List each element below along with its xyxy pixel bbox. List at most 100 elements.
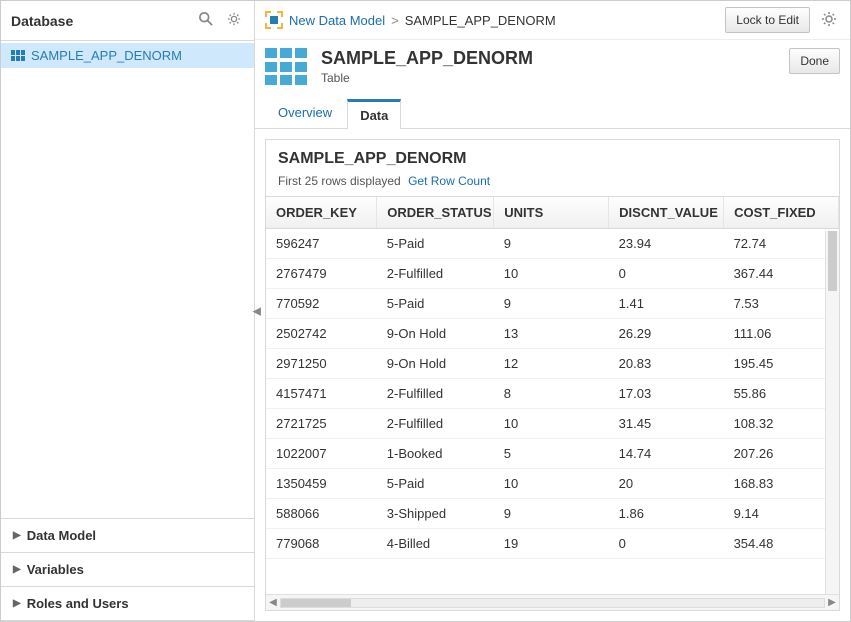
accordion-roles-users[interactable]: ▶ Roles and Users [1, 587, 254, 621]
table-cell: 10 [494, 259, 609, 289]
table-cell: 4-Billed [377, 529, 494, 559]
table-cell: 26.29 [609, 319, 724, 349]
chevron-right-icon: ▶ [13, 598, 21, 609]
table-row[interactable]: 27674792-Fulfilled100367.44 [266, 259, 839, 289]
table-cell: 4157471 [266, 379, 377, 409]
table-cell: 5-Paid [377, 289, 494, 319]
table-cell: 3-Shipped [377, 499, 494, 529]
scroll-left-icon[interactable]: ◀ [266, 597, 280, 608]
table-cell: 8 [494, 379, 609, 409]
accordion-label: Variables [27, 562, 84, 577]
table-cell: 111.06 [724, 319, 839, 349]
table-cell: 1-Booked [377, 439, 494, 469]
vertical-scrollbar[interactable] [825, 231, 839, 594]
sidebar-header: Database [1, 1, 254, 41]
accordion-label: Roles and Users [27, 596, 129, 611]
table-row[interactable]: 13504595-Paid1020168.83 [266, 469, 839, 499]
table-cell: 168.83 [724, 469, 839, 499]
table-cell: 2721725 [266, 409, 377, 439]
column-header[interactable]: DISCNT_VALUE [609, 197, 724, 229]
breadcrumb-link[interactable]: New Data Model [289, 13, 385, 28]
table-cell: 1.41 [609, 289, 724, 319]
tab-overview[interactable]: Overview [265, 98, 345, 128]
table-cell: 108.32 [724, 409, 839, 439]
table-icon [11, 50, 25, 61]
page-title: SAMPLE_APP_DENORM [321, 48, 777, 69]
search-icon[interactable] [196, 9, 216, 32]
table-cell: 2502742 [266, 319, 377, 349]
table-cell: 770592 [266, 289, 377, 319]
table-cell: 20 [609, 469, 724, 499]
table-cell: 72.74 [724, 229, 839, 259]
content: SAMPLE_APP_DENORM First 25 rows displaye… [255, 129, 850, 621]
table-cell: 2-Fulfilled [377, 379, 494, 409]
table-row[interactable]: 27217252-Fulfilled1031.45108.32 [266, 409, 839, 439]
title-row: SAMPLE_APP_DENORM Table Done [255, 40, 850, 86]
table-cell: 5-Paid [377, 229, 494, 259]
table-row[interactable]: 5880663-Shipped91.869.14 [266, 499, 839, 529]
table-cell: 12 [494, 349, 609, 379]
breadcrumb-separator: > [391, 13, 399, 28]
table-cell: 20.83 [609, 349, 724, 379]
gear-icon[interactable] [818, 8, 840, 33]
table-cell: 7.53 [724, 289, 839, 319]
breadcrumb: New Data Model > SAMPLE_APP_DENORM [265, 11, 717, 29]
column-header[interactable]: ORDER_STATUS [377, 197, 494, 229]
table-row[interactable]: 7790684-Billed190354.48 [266, 529, 839, 559]
get-row-count-link[interactable]: Get Row Count [408, 174, 490, 188]
table-row[interactable]: 5962475-Paid923.9472.74 [266, 229, 839, 259]
table-cell: 2971250 [266, 349, 377, 379]
table-cell: 0 [609, 259, 724, 289]
scroll-right-icon[interactable]: ▶ [825, 597, 839, 608]
table-cell: 2767479 [266, 259, 377, 289]
table-cell: 596247 [266, 229, 377, 259]
table-cell: 779068 [266, 529, 377, 559]
table-cell: 1022007 [266, 439, 377, 469]
table-cell: 1350459 [266, 469, 377, 499]
horizontal-scrollbar[interactable]: ◀ ▶ [266, 594, 839, 610]
table-row[interactable]: 25027429-On Hold1326.29111.06 [266, 319, 839, 349]
main: New Data Model > SAMPLE_APP_DENORM Lock … [255, 1, 850, 621]
table-cell: 0 [609, 529, 724, 559]
tab-data[interactable]: Data [347, 99, 401, 129]
table-cell: 10 [494, 469, 609, 499]
chevron-right-icon: ▶ [13, 564, 21, 575]
lock-to-edit-button[interactable]: Lock to Edit [725, 7, 810, 33]
table-icon [265, 48, 309, 86]
table-cell: 9-On Hold [377, 319, 494, 349]
topbar: New Data Model > SAMPLE_APP_DENORM Lock … [255, 1, 850, 40]
done-button[interactable]: Done [789, 48, 840, 74]
data-table: ORDER_KEYORDER_STATUSUNITSDISCNT_VALUECO… [266, 197, 839, 559]
column-header[interactable]: UNITS [494, 197, 609, 229]
table-row[interactable]: 29712509-On Hold1220.83195.45 [266, 349, 839, 379]
table-cell: 9-On Hold [377, 349, 494, 379]
table-row[interactable]: 7705925-Paid91.417.53 [266, 289, 839, 319]
page-subtitle: Table [321, 71, 777, 85]
tree-item-sample-app-denorm[interactable]: SAMPLE_APP_DENORM [1, 43, 254, 68]
chevron-right-icon: ▶ [13, 530, 21, 541]
column-header[interactable]: COST_FIXED [724, 197, 839, 229]
accordion-data-model[interactable]: ▶ Data Model [1, 519, 254, 553]
sidebar-accordion: ▶ Data Model ▶ Variables ▶ Roles and Use… [1, 518, 254, 621]
gear-icon[interactable] [224, 9, 244, 32]
table-cell: 10 [494, 409, 609, 439]
table-row[interactable]: 10220071-Booked514.74207.26 [266, 439, 839, 469]
panel-title: SAMPLE_APP_DENORM [278, 150, 827, 168]
table-cell: 1.86 [609, 499, 724, 529]
tree-item-label: SAMPLE_APP_DENORM [31, 48, 182, 63]
table-cell: 367.44 [724, 259, 839, 289]
table-cell: 9.14 [724, 499, 839, 529]
column-header[interactable]: ORDER_KEY [266, 197, 377, 229]
table-container: ORDER_KEYORDER_STATUSUNITSDISCNT_VALUECO… [266, 196, 839, 610]
table-cell: 207.26 [724, 439, 839, 469]
table-cell: 354.48 [724, 529, 839, 559]
table-cell: 9 [494, 499, 609, 529]
table-cell: 19 [494, 529, 609, 559]
table-cell: 9 [494, 289, 609, 319]
table-row[interactable]: 41574712-Fulfilled817.0355.86 [266, 379, 839, 409]
model-icon [265, 11, 283, 29]
accordion-label: Data Model [27, 528, 96, 543]
table-cell: 17.03 [609, 379, 724, 409]
accordion-variables[interactable]: ▶ Variables [1, 553, 254, 587]
splitter-handle[interactable]: ◀ [253, 305, 261, 318]
